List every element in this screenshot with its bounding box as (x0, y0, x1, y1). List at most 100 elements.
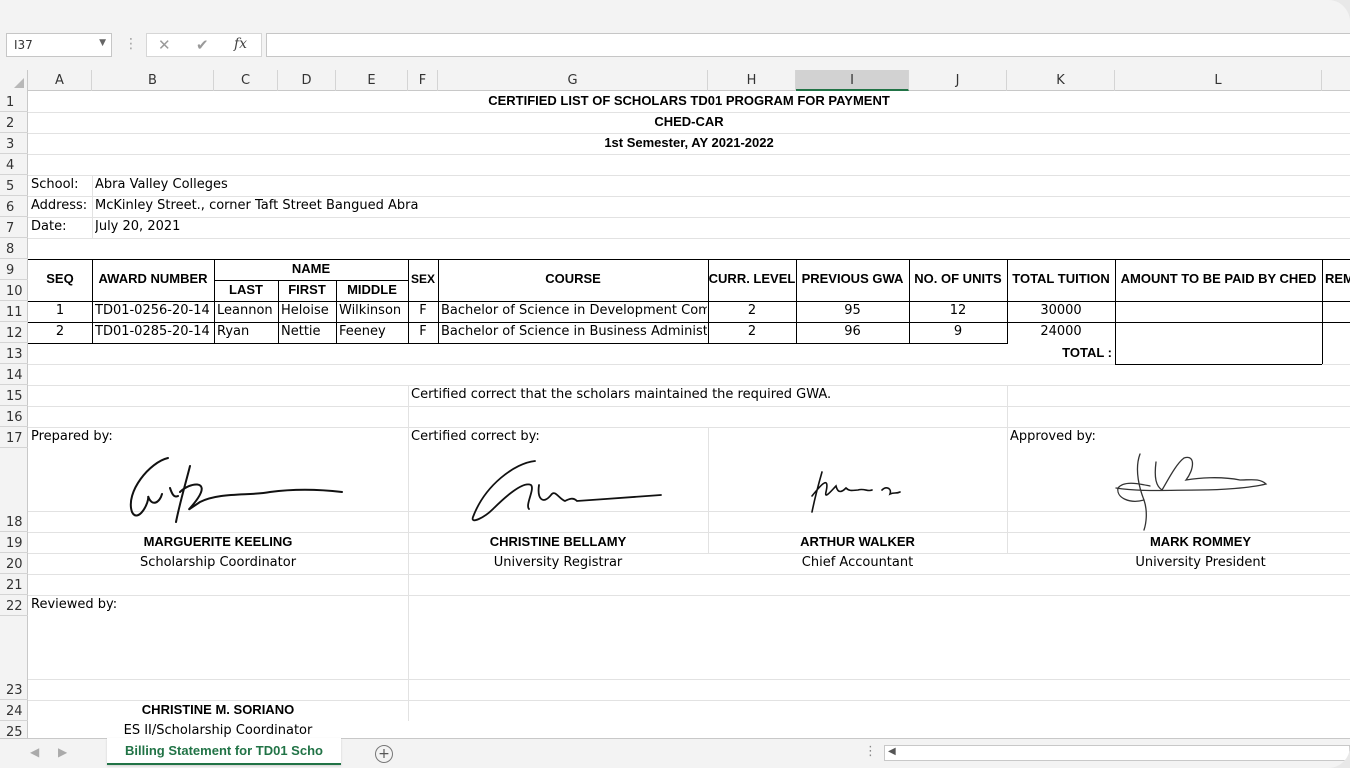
header-middle: MIDDLE (347, 282, 397, 297)
reviewer-title: ES II/Scholarship Coordinator (123, 723, 313, 738)
cell-last-name[interactable]: Leannon (217, 301, 277, 321)
school-value[interactable]: Abra Valley Colleges (95, 175, 228, 195)
column-header-h[interactable]: H (708, 70, 796, 91)
column-header-e[interactable]: E (336, 70, 408, 91)
row-header[interactable]: 5 (0, 175, 28, 196)
cell-previous-gwa[interactable]: 96 (796, 322, 909, 342)
gridline (28, 406, 1350, 407)
row-header[interactable]: 22 (0, 595, 28, 616)
column-header-k[interactable]: K (1007, 70, 1115, 91)
horizontal-scrollbar[interactable]: ◀ (884, 745, 1350, 761)
total-label: TOTAL : (1062, 345, 1112, 360)
header-last: LAST (229, 282, 263, 297)
signatory-name: ARTHUR WALKER (800, 534, 915, 549)
signatory-name: MARK ROMMEY (1149, 534, 1252, 549)
row-header[interactable]: 14 (0, 364, 28, 385)
spreadsheet-grid[interactable]: A B C D E F G H I J K L 1 2 3 4 5 6 7 8 … (0, 70, 1350, 738)
row-header[interactable]: 20 (0, 553, 28, 574)
column-header-j[interactable]: J (909, 70, 1007, 91)
row-headers: 1 2 3 4 5 6 7 8 9 10 11 12 13 14 15 16 1… (0, 91, 28, 738)
row-header[interactable]: 2 (0, 112, 28, 133)
row-header[interactable]: 8 (0, 238, 28, 259)
row-header[interactable]: 12 (0, 322, 28, 343)
row-header[interactable]: 17 (0, 427, 28, 448)
sheet-semester: 1st Semester, AY 2021-2022 (604, 135, 774, 150)
table-border (1322, 259, 1323, 364)
date-value[interactable]: July 20, 2021 (95, 217, 180, 237)
cell-first-name[interactable]: Nettie (281, 322, 335, 342)
column-header-g[interactable]: G (438, 70, 708, 91)
header-no-of-units: NO. OF UNITS (914, 271, 1002, 286)
address-value[interactable]: McKinley Street., corner Taft Street Ban… (95, 196, 418, 216)
enter-icon[interactable]: ✔ (196, 36, 209, 54)
column-header-d[interactable]: D (278, 70, 336, 91)
row-header[interactable]: 3 (0, 133, 28, 154)
row-header[interactable]: 25 (0, 721, 28, 738)
cell-award-number[interactable]: TD01-0256-20-14 (95, 301, 213, 321)
cell-no-of-units[interactable]: 9 (909, 322, 1007, 342)
cell-course[interactable]: Bachelor of Science in Development Com (441, 301, 707, 321)
cell-total-tuition[interactable]: 24000 (1007, 322, 1115, 342)
column-header-l[interactable]: L (1115, 70, 1322, 91)
row-header[interactable]: 7 (0, 217, 28, 238)
scroll-tabs-left-icon[interactable]: ◀ (30, 745, 39, 759)
cell-sex[interactable]: F (408, 301, 438, 321)
column-header-a[interactable]: A (28, 70, 92, 91)
row-header[interactable]: 19 (0, 532, 28, 553)
row-header[interactable]: 10 (0, 280, 28, 301)
gridline (28, 574, 1350, 575)
insert-function-icon[interactable]: fx (234, 36, 247, 52)
scroll-left-icon[interactable]: ◀ (888, 746, 896, 757)
sheet-tab-active[interactable]: Billing Statement for TD01 Scho (107, 738, 341, 765)
row-header[interactable]: 24 (0, 700, 28, 721)
row-header[interactable]: 15 (0, 385, 28, 406)
certified-note[interactable]: Certified correct that the scholars main… (411, 385, 831, 405)
row-header[interactable]: 4 (0, 154, 28, 175)
table-border (1115, 364, 1322, 365)
row-header[interactable]: 18 (0, 448, 28, 532)
chevron-down-icon[interactable]: ▼ (99, 38, 106, 48)
header-seq: SEQ (46, 271, 74, 286)
row-header[interactable]: 16 (0, 406, 28, 427)
scroll-tabs-right-icon[interactable]: ▶ (58, 745, 67, 759)
cell-previous-gwa[interactable]: 95 (796, 301, 909, 321)
cell-first-name[interactable]: Heloise (281, 301, 335, 321)
header-first: FIRST (288, 282, 326, 297)
cell-course[interactable]: Bachelor of Science in Business Administ (441, 322, 707, 342)
signatory-name: CHRISTINE BELLAMY (489, 534, 627, 549)
cancel-icon[interactable]: ✕ (158, 36, 171, 54)
signature-image (471, 460, 662, 522)
name-box[interactable]: I37 ▼ (6, 33, 112, 57)
row-header[interactable]: 21 (0, 574, 28, 595)
signature-image (1115, 453, 1268, 531)
sheet-title: CERTIFIED LIST OF SCHOLARS TD01 PROGRAM … (488, 93, 890, 108)
row-header[interactable]: 1 (0, 91, 28, 112)
cell-curr-level[interactable]: 2 (708, 322, 796, 342)
row-header[interactable]: 23 (0, 616, 28, 700)
cell-seq[interactable]: 2 (28, 322, 92, 342)
cell-middle-name[interactable]: Feeney (339, 322, 407, 342)
select-all-corner[interactable] (0, 70, 28, 91)
column-header-i[interactable]: I (796, 70, 909, 91)
add-sheet-icon[interactable]: + (375, 745, 393, 763)
cell-award-number[interactable]: TD01-0285-20-14 (95, 322, 213, 342)
column-header-b[interactable]: B (92, 70, 214, 91)
cell-sex[interactable]: F (408, 322, 438, 342)
cell-middle-name[interactable]: Wilkinson (339, 301, 407, 321)
cell-total-tuition[interactable]: 30000 (1007, 301, 1115, 321)
formula-input[interactable] (266, 33, 1350, 57)
cell-curr-level[interactable]: 2 (708, 301, 796, 321)
row-header[interactable]: 11 (0, 301, 28, 322)
cell-no-of-units[interactable]: 12 (909, 301, 1007, 321)
cell-last-name[interactable]: Ryan (217, 322, 277, 342)
cell-seq[interactable]: 1 (28, 301, 92, 321)
split-handle-icon[interactable]: ⋮ (864, 744, 877, 759)
column-header-c[interactable]: C (214, 70, 278, 91)
school-label: School: (31, 177, 79, 192)
certified-by-label: Certified correct by: (411, 429, 540, 444)
column-header-f[interactable]: F (408, 70, 438, 91)
row-header[interactable]: 6 (0, 196, 28, 217)
row-header[interactable]: 13 (0, 343, 28, 364)
row-header[interactable]: 9 (0, 259, 28, 280)
formula-bar-grip-icon: ⋮ (124, 36, 138, 52)
